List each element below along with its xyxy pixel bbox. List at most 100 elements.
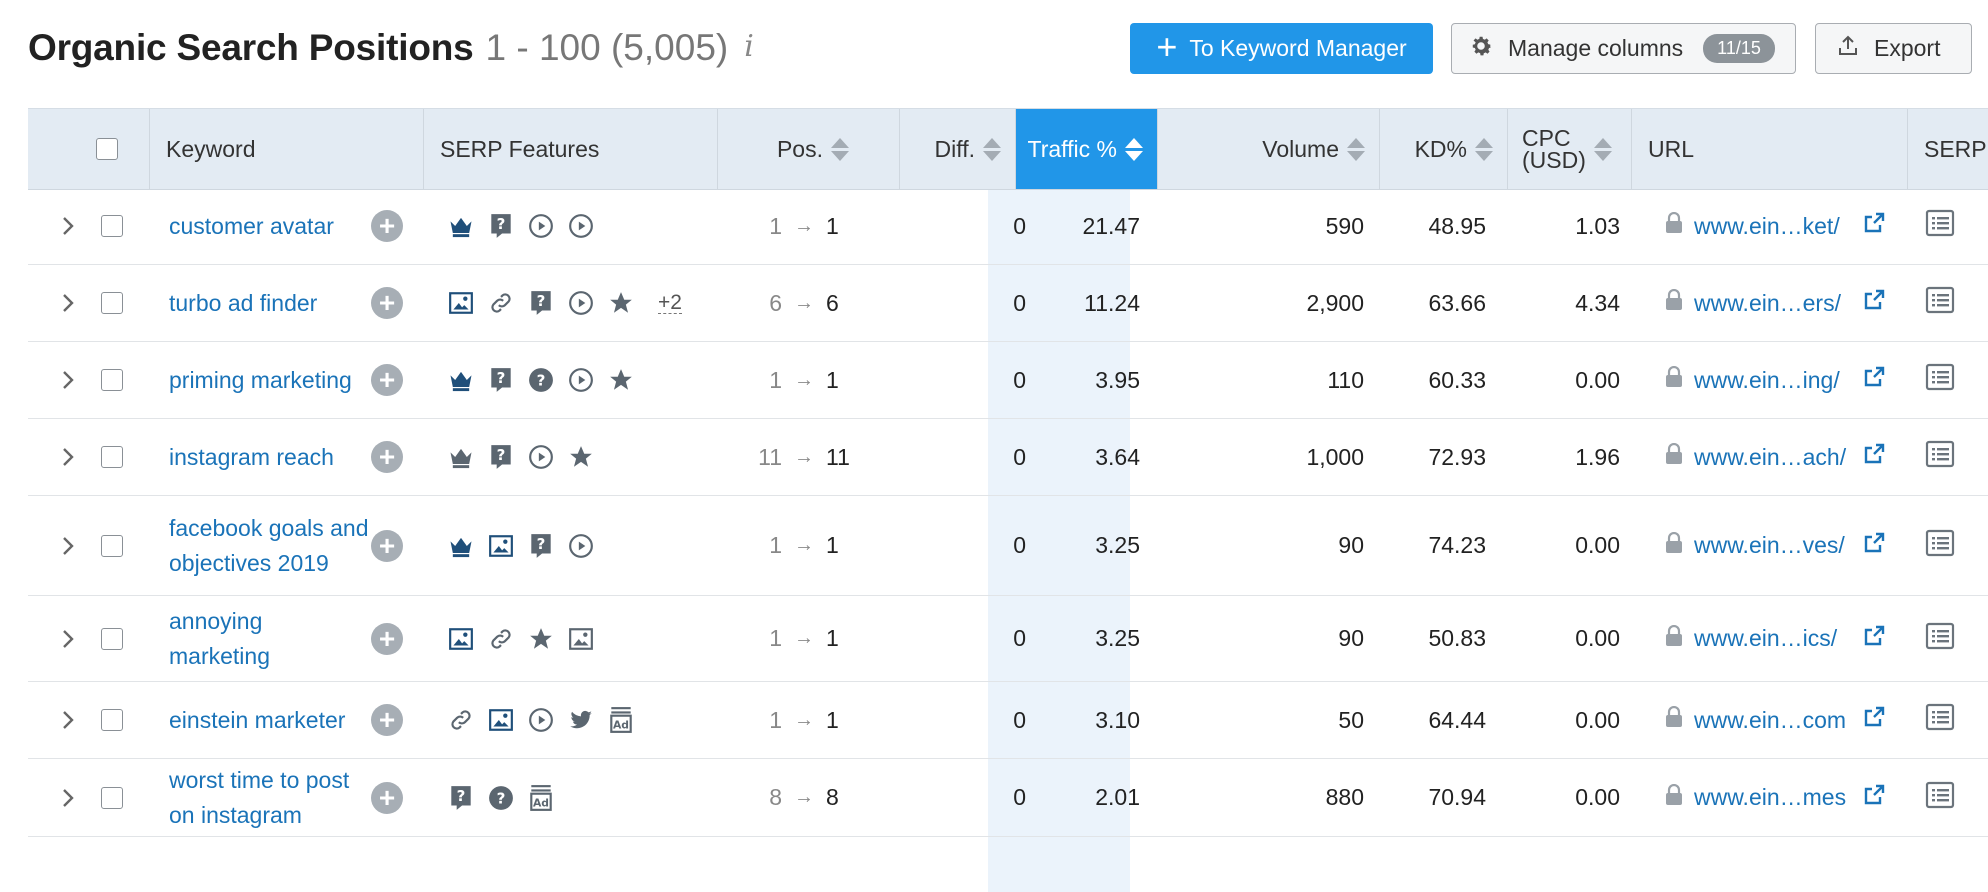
- external-link-icon[interactable]: [1862, 624, 1886, 654]
- add-keyword-plus-icon[interactable]: +: [371, 287, 403, 319]
- keyword-link[interactable]: priming marketing: [169, 342, 369, 418]
- play-circle-icon[interactable]: [526, 442, 556, 472]
- crown-icon[interactable]: [446, 211, 476, 241]
- external-link-icon[interactable]: [1862, 365, 1886, 395]
- keyword-link[interactable]: einstein marketer: [169, 682, 369, 758]
- play-circle-icon[interactable]: [526, 705, 556, 735]
- column-pos[interactable]: Pos.: [718, 109, 900, 189]
- image-outline-icon[interactable]: [566, 624, 596, 654]
- url-link[interactable]: www.ein…ves/: [1694, 532, 1852, 559]
- external-link-icon[interactable]: [1862, 442, 1886, 472]
- serp-snapshot-icon[interactable]: [1925, 286, 1955, 320]
- question-box-icon[interactable]: ?: [486, 211, 516, 241]
- serp-snapshot-icon[interactable]: [1925, 209, 1955, 243]
- image-icon[interactable]: [446, 288, 476, 318]
- keyword-link[interactable]: turbo ad finder: [169, 265, 369, 341]
- external-link-icon[interactable]: [1862, 211, 1886, 241]
- column-volume[interactable]: Volume: [1158, 109, 1380, 189]
- row-checkbox[interactable]: [101, 534, 123, 557]
- export-button[interactable]: Export: [1815, 23, 1972, 74]
- external-link-icon[interactable]: [1862, 705, 1886, 735]
- serp-snapshot-icon[interactable]: [1925, 781, 1955, 815]
- column-diff[interactable]: Diff.: [900, 109, 1016, 189]
- row-checkbox[interactable]: [101, 292, 123, 314]
- column-traffic[interactable]: Traffic %: [1016, 109, 1158, 189]
- link-icon[interactable]: [486, 624, 516, 654]
- add-keyword-plus-icon[interactable]: +: [371, 529, 403, 562]
- expand-row-chevron-icon[interactable]: [58, 682, 78, 758]
- url-link[interactable]: www.ein…ing/: [1694, 367, 1852, 394]
- keyword-link[interactable]: facebook goals and objectives 2019: [169, 496, 369, 595]
- column-keyword[interactable]: Keyword: [150, 109, 424, 189]
- url-link[interactable]: www.ein…ach/: [1694, 444, 1852, 471]
- add-keyword-plus-icon[interactable]: +: [371, 210, 403, 242]
- keyword-link[interactable]: instagram reach: [169, 419, 369, 495]
- star-icon[interactable]: [606, 365, 636, 395]
- crown-icon[interactable]: [446, 531, 476, 561]
- row-checkbox[interactable]: [101, 627, 123, 650]
- add-keyword-plus-icon[interactable]: +: [371, 364, 403, 396]
- twitter-icon[interactable]: [566, 705, 596, 735]
- star-icon[interactable]: [566, 442, 596, 472]
- url-link[interactable]: www.ein…com: [1694, 707, 1852, 734]
- add-keyword-plus-icon[interactable]: +: [371, 704, 403, 736]
- url-link[interactable]: www.ein…ics/: [1694, 625, 1852, 652]
- url-link[interactable]: www.ein…ers/: [1694, 290, 1852, 317]
- expand-row-chevron-icon[interactable]: [58, 596, 78, 681]
- row-checkbox[interactable]: [101, 446, 123, 468]
- serp-snapshot-icon[interactable]: [1925, 529, 1955, 563]
- crown-icon[interactable]: [446, 365, 476, 395]
- row-checkbox[interactable]: [101, 369, 123, 391]
- image-icon[interactable]: [446, 624, 476, 654]
- external-link-icon[interactable]: [1862, 288, 1886, 318]
- question-box-icon[interactable]: ?: [486, 365, 516, 395]
- expand-row-chevron-icon[interactable]: [58, 188, 78, 264]
- ad-icon[interactable]: Ad: [606, 705, 636, 735]
- expand-row-chevron-icon[interactable]: [58, 342, 78, 418]
- play-circle-icon[interactable]: [526, 211, 556, 241]
- add-keyword-plus-icon[interactable]: +: [371, 441, 403, 473]
- serp-snapshot-icon[interactable]: [1925, 622, 1955, 656]
- keyword-link[interactable]: customer avatar: [169, 188, 369, 264]
- expand-row-chevron-icon[interactable]: [58, 265, 78, 341]
- crown-outline-icon[interactable]: [446, 442, 476, 472]
- add-keyword-plus-icon[interactable]: +: [371, 781, 403, 814]
- column-cpc[interactable]: CPC (USD): [1508, 109, 1632, 189]
- question-box-icon[interactable]: ?: [526, 531, 556, 561]
- link-icon[interactable]: [486, 288, 516, 318]
- expand-row-chevron-icon[interactable]: [58, 496, 78, 595]
- image-icon[interactable]: [486, 705, 516, 735]
- play-circle-icon[interactable]: [566, 211, 596, 241]
- manage-columns-button[interactable]: Manage columns 11/15: [1451, 23, 1796, 74]
- question-box-icon[interactable]: ?: [526, 288, 556, 318]
- info-icon[interactable]: i: [744, 29, 754, 64]
- url-link[interactable]: www.ein…ket/: [1694, 213, 1852, 240]
- link-icon[interactable]: [446, 705, 476, 735]
- more-features-link[interactable]: +2: [658, 292, 682, 314]
- add-keyword-plus-icon[interactable]: +: [371, 622, 403, 655]
- star-icon[interactable]: [526, 624, 556, 654]
- expand-row-chevron-icon[interactable]: [58, 419, 78, 495]
- play-circle-icon[interactable]: [566, 365, 596, 395]
- ad-icon[interactable]: Ad: [526, 783, 556, 813]
- serp-snapshot-icon[interactable]: [1925, 440, 1955, 474]
- star-icon[interactable]: [606, 288, 636, 318]
- serp-snapshot-icon[interactable]: [1925, 363, 1955, 397]
- to-keyword-manager-button[interactable]: + To Keyword Manager: [1130, 23, 1433, 74]
- keyword-link[interactable]: annoying marketing: [169, 596, 369, 681]
- play-circle-icon[interactable]: [566, 531, 596, 561]
- image-icon[interactable]: [486, 531, 516, 561]
- question-box-icon[interactable]: ?: [486, 442, 516, 472]
- row-checkbox[interactable]: [101, 786, 123, 809]
- url-link[interactable]: www.ein…mes: [1694, 784, 1852, 811]
- question-circle-icon[interactable]: ?: [486, 783, 516, 813]
- column-kd[interactable]: KD%: [1380, 109, 1508, 189]
- question-box-icon[interactable]: ?: [446, 783, 476, 813]
- question-circle-icon[interactable]: ?: [526, 365, 556, 395]
- select-all-checkbox[interactable]: [95, 138, 118, 160]
- external-link-icon[interactable]: [1862, 531, 1886, 561]
- keyword-link[interactable]: worst time to post on instagram: [169, 759, 369, 836]
- row-checkbox[interactable]: [101, 215, 123, 237]
- external-link-icon[interactable]: [1862, 783, 1886, 813]
- row-checkbox[interactable]: [101, 709, 123, 731]
